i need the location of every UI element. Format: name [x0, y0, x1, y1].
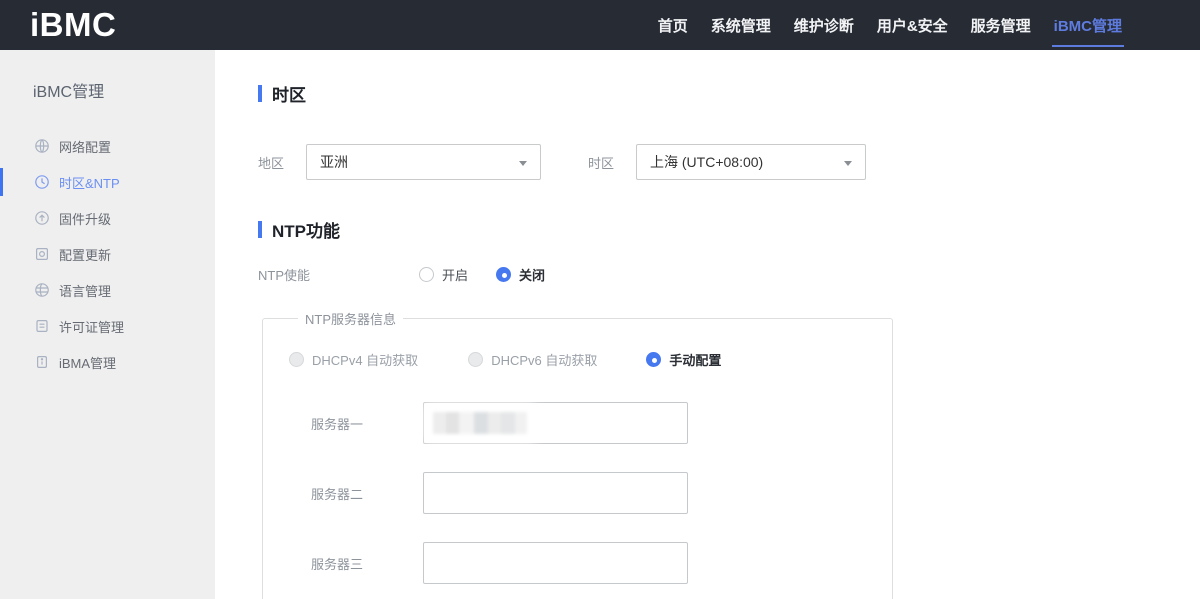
ntp-section-title: NTP功能: [258, 217, 1200, 242]
radio-label: DHCPv4 自动获取: [312, 350, 418, 369]
server-three-input[interactable]: [423, 542, 688, 584]
radio-dhcpv6-auto[interactable]: DHCPv6 自动获取: [468, 350, 597, 369]
section-title-text: NTP功能: [272, 217, 340, 242]
ntp-server-group: NTP服务器信息 DHCPv4 自动获取 DHCPv6 自动获取 手动配置 服务…: [262, 309, 893, 599]
main-content: 时区 地区 亚洲 时区 上海 (UTC+08:00) NTP功能 NTP使能 开…: [215, 50, 1200, 599]
region-select[interactable]: 亚洲: [306, 144, 541, 180]
section-title-text: 时区: [272, 81, 306, 106]
server-one-label: 服务器一: [311, 414, 423, 433]
ntp-enable-row: NTP使能 开启 关闭: [258, 265, 1200, 283]
globe-icon: [34, 138, 50, 154]
server-one-row: 服务器一: [289, 402, 892, 444]
nav-item-system[interactable]: 系统管理: [711, 0, 771, 50]
radio-icon-disabled: [289, 352, 304, 367]
radio-label: 关闭: [519, 265, 545, 284]
sidebar-item-config-update[interactable]: 配置更新: [0, 236, 215, 272]
radio-ntp-off[interactable]: 关闭: [496, 265, 545, 284]
sidebar-item-ibma[interactable]: iBMA管理: [0, 344, 215, 380]
radio-label: 开启: [442, 265, 468, 284]
server-three-row: 服务器三: [289, 542, 892, 584]
sidebar-item-label: 网络配置: [59, 137, 111, 156]
language-globe-icon: [34, 282, 50, 298]
radio-label: 手动配置: [669, 350, 721, 369]
nav-item-user-security[interactable]: 用户&安全: [877, 0, 948, 50]
caret-down-icon: [519, 161, 527, 166]
nav-item-services[interactable]: 服务管理: [971, 0, 1031, 50]
timezone-select[interactable]: 上海 (UTC+08:00): [636, 144, 866, 180]
server-one-input[interactable]: [423, 402, 688, 444]
sidebar-item-label: 时区&NTP: [59, 173, 120, 192]
region-select-value: 亚洲: [320, 152, 348, 172]
sidebar-item-license[interactable]: 许可证管理: [0, 308, 215, 344]
server-two-row: 服务器二: [289, 472, 892, 514]
redacted-value: [433, 412, 527, 434]
top-navbar: iBMC 首页 系统管理 维护诊断 用户&安全 服务管理 iBMC管理: [0, 0, 1200, 50]
radio-manual-config[interactable]: 手动配置: [646, 350, 721, 369]
sidebar-item-label: 配置更新: [59, 245, 111, 264]
package-icon: [34, 354, 50, 370]
sidebar: iBMC管理 网络配置 时区&NTP 固件升: [0, 50, 215, 599]
ntp-enable-label: NTP使能: [258, 265, 419, 284]
sidebar-title: iBMC管理: [0, 50, 215, 102]
radio-icon-checked: [496, 267, 511, 282]
sidebar-item-timezone-ntp[interactable]: 时区&NTP: [0, 164, 215, 200]
radio-icon: [419, 267, 434, 282]
radio-ntp-on[interactable]: 开启: [419, 265, 468, 284]
sidebar-menu: 网络配置 时区&NTP 固件升级 配置更: [0, 128, 215, 380]
sidebar-item-label: iBMA管理: [59, 353, 116, 372]
sidebar-item-label: 语言管理: [59, 281, 111, 300]
section-accent-bar: [258, 85, 262, 102]
app-logo: iBMC: [30, 6, 116, 44]
ntp-server-modes-row: DHCPv4 自动获取 DHCPv6 自动获取 手动配置: [289, 350, 892, 369]
nav-item-home[interactable]: 首页: [658, 0, 688, 50]
timezone-select-value: 上海 (UTC+08:00): [650, 152, 763, 172]
timezone-clock-icon: [34, 174, 50, 190]
section-accent-bar: [258, 221, 262, 238]
sidebar-item-firmware-upgrade[interactable]: 固件升级: [0, 200, 215, 236]
radio-icon-disabled: [468, 352, 483, 367]
config-update-icon: [34, 246, 50, 262]
server-two-input[interactable]: [423, 472, 688, 514]
caret-down-icon: [844, 161, 852, 166]
region-label: 地区: [258, 153, 306, 172]
timezone-label: 时区: [588, 153, 636, 172]
sidebar-item-language[interactable]: 语言管理: [0, 272, 215, 308]
server-three-label: 服务器三: [311, 554, 423, 573]
server-two-label: 服务器二: [311, 484, 423, 503]
license-icon: [34, 318, 50, 334]
sidebar-item-network-config[interactable]: 网络配置: [0, 128, 215, 164]
timezone-form-row: 地区 亚洲 时区 上海 (UTC+08:00): [258, 144, 1200, 180]
radio-icon-checked: [646, 352, 661, 367]
radio-dhcpv4-auto[interactable]: DHCPv4 自动获取: [289, 350, 418, 369]
nav-item-maintenance[interactable]: 维护诊断: [794, 0, 854, 50]
sidebar-item-label: 许可证管理: [59, 317, 124, 336]
radio-label: DHCPv6 自动获取: [491, 350, 597, 369]
sidebar-item-label: 固件升级: [59, 209, 111, 228]
upload-circle-icon: [34, 210, 50, 226]
timezone-section-title: 时区: [258, 81, 1200, 106]
nav-item-ibmc-management[interactable]: iBMC管理: [1054, 0, 1122, 50]
top-navigation: 首页 系统管理 维护诊断 用户&安全 服务管理 iBMC管理: [658, 0, 1122, 50]
ntp-server-group-legend: NTP服务器信息: [298, 309, 403, 328]
